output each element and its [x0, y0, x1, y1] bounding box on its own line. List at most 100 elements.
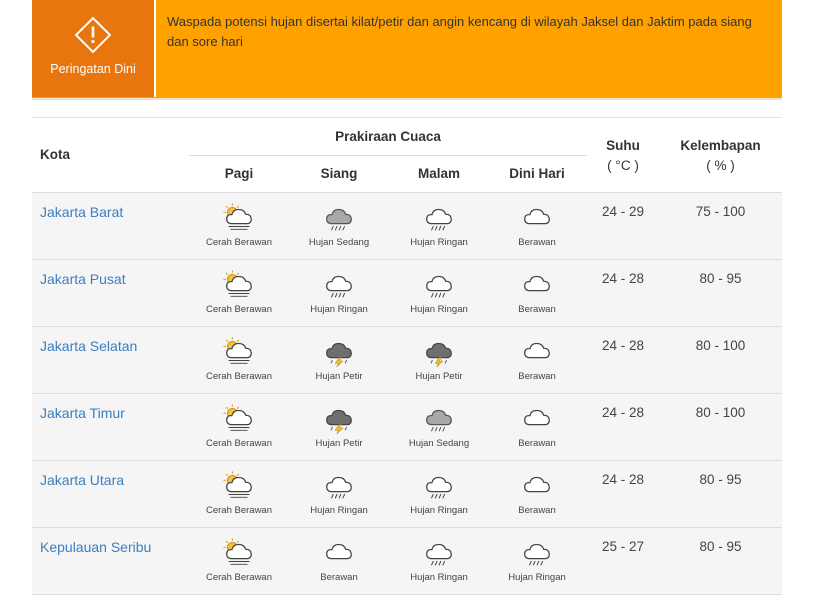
table-body: Jakarta Barat Cerah Berawan Hujan Sedang Hu… — [32, 193, 782, 595]
early-warning-text: Waspada potensi hujan disertai kilat/pet… — [167, 14, 752, 49]
table-row: Jakarta Barat Cerah Berawan Hujan Sedang Hu… — [32, 193, 782, 260]
cloudy-icon — [524, 275, 550, 292]
weather-cell: Berawan — [487, 469, 587, 516]
cloudy-icon — [524, 342, 550, 359]
weather-cell: Hujan Sedang — [289, 201, 389, 248]
table-row: Jakarta Timur Cerah Berawan Hujan Petir Huj… — [32, 394, 782, 461]
city-link[interactable]: Jakarta Selatan — [40, 338, 137, 354]
weather-cell: Hujan Sedang — [389, 402, 489, 449]
weather-cell: Hujan Ringan — [389, 268, 489, 315]
weather-label: Hujan Ringan — [310, 304, 368, 315]
weather-cell: Hujan Ringan — [389, 469, 489, 516]
weather-label: Berawan — [518, 304, 556, 315]
header-suhu-unit: ( °C ) — [607, 158, 639, 173]
header-suhu: Suhu ( °C ) — [587, 136, 659, 176]
thunderstorm-icon — [326, 409, 352, 435]
humidity-value: 80 - 95 — [699, 271, 742, 286]
cloudy-icon — [524, 208, 550, 225]
header-kelembapan-label: Kelembapan — [680, 138, 761, 153]
weather-cell: Hujan Ringan — [487, 536, 587, 583]
weather-label: Hujan Petir — [415, 371, 463, 382]
light-rain-icon — [326, 275, 352, 298]
partly-cloudy-icon — [223, 270, 252, 297]
header-divider — [189, 155, 587, 156]
light-rain-icon — [426, 275, 452, 298]
cloudy-icon — [326, 543, 352, 560]
table-header: Kota Prakiraan Cuaca Pagi Siang Malam Di… — [32, 117, 782, 193]
humidity-value: 80 - 100 — [695, 405, 746, 420]
warning-diamond-icon — [74, 16, 112, 54]
weather-cell: Hujan Ringan — [389, 536, 489, 583]
weather-cell: Hujan Petir — [289, 402, 389, 449]
partly-cloudy-icon — [223, 471, 252, 498]
table-row: Jakarta Selatan Cerah Berawan Hujan Petir H… — [32, 327, 782, 394]
city-link[interactable]: Kepulauan Seribu — [40, 539, 151, 555]
temperature-value: 24 - 28 — [601, 405, 645, 420]
table-row: Kepulauan Seribu Cerah Berawan Berawan Huja… — [32, 528, 782, 595]
weather-cell: Hujan Petir — [389, 335, 489, 382]
humidity-value: 80 - 95 — [699, 539, 742, 554]
table-row: Jakarta Utara Cerah Berawan Hujan Ringan Hu… — [32, 461, 782, 528]
table-row: Jakarta Pusat Cerah Berawan Hujan Ringan Hu… — [32, 260, 782, 327]
light-rain-icon — [426, 476, 452, 499]
city-link[interactable]: Jakarta Pusat — [40, 271, 126, 287]
humidity-value: 80 - 100 — [695, 338, 746, 353]
weather-label: Hujan Sedang — [408, 438, 470, 449]
weather-cell: Hujan Ringan — [289, 268, 389, 315]
light-rain-icon — [426, 208, 452, 231]
header-kelembapan: Kelembapan ( % ) — [659, 136, 782, 176]
weather-label: Hujan Ringan — [508, 572, 566, 583]
weather-cell: Berawan — [289, 536, 389, 583]
header-malam: Malam — [417, 166, 461, 181]
moderate-rain-icon — [426, 409, 452, 432]
weather-cell: Cerah Berawan — [189, 536, 289, 583]
weather-label: Hujan Petir — [315, 371, 363, 382]
partly-cloudy-icon — [223, 404, 252, 431]
weather-label: Hujan Sedang — [308, 237, 370, 248]
humidity-value: 75 - 100 — [695, 204, 746, 219]
weather-label: Hujan Petir — [315, 438, 363, 449]
city-link[interactable]: Jakarta Utara — [40, 472, 124, 488]
city-link[interactable]: Jakarta Barat — [40, 204, 123, 220]
weather-label: Cerah Berawan — [205, 572, 272, 583]
temperature-value: 24 - 28 — [601, 271, 645, 286]
header-kelembapan-unit: ( % ) — [706, 158, 735, 173]
weather-label: Hujan Ringan — [410, 304, 468, 315]
thunderstorm-icon — [326, 342, 352, 368]
weather-label: Berawan — [518, 237, 556, 248]
temperature-value: 24 - 28 — [601, 472, 645, 487]
early-warning-label: Peringatan Dini — [50, 62, 136, 76]
humidity-value: 80 - 95 — [699, 472, 742, 487]
weather-cell: Hujan Ringan — [289, 469, 389, 516]
temperature-value: 24 - 28 — [601, 338, 645, 353]
weather-label: Cerah Berawan — [205, 505, 272, 516]
light-rain-icon — [326, 476, 352, 499]
partly-cloudy-icon — [223, 203, 252, 230]
city-link[interactable]: Jakarta Timur — [40, 405, 125, 421]
weather-label: Cerah Berawan — [205, 371, 272, 382]
weather-label: Hujan Ringan — [310, 505, 368, 516]
light-rain-icon — [426, 543, 452, 566]
header-kota: Kota — [40, 147, 70, 162]
header-dini-hari: Dini Hari — [509, 166, 565, 181]
early-warning-badge: Peringatan Dini — [32, 0, 156, 97]
weather-cell: Hujan Petir — [289, 335, 389, 382]
temperature-value: 24 - 29 — [601, 204, 645, 219]
weather-cell: Cerah Berawan — [189, 201, 289, 248]
weather-label: Berawan — [518, 371, 556, 382]
weather-label: Cerah Berawan — [205, 237, 272, 248]
thunderstorm-icon — [426, 342, 452, 368]
early-warning-banner: Peringatan Dini Waspada potensi hujan di… — [32, 0, 782, 100]
weather-label: Cerah Berawan — [205, 438, 272, 449]
weather-label: Hujan Ringan — [410, 572, 468, 583]
partly-cloudy-icon — [223, 538, 252, 565]
weather-cell: Cerah Berawan — [189, 335, 289, 382]
temperature-value: 25 - 27 — [601, 539, 645, 554]
weather-cell: Hujan Ringan — [389, 201, 489, 248]
header-prakiraan-cuaca: Prakiraan Cuaca — [335, 129, 441, 144]
weather-label: Hujan Ringan — [410, 237, 468, 248]
header-pagi: Pagi — [224, 166, 254, 181]
weather-cell: Berawan — [487, 201, 587, 248]
weather-cell: Cerah Berawan — [189, 469, 289, 516]
forecast-table: Kota Prakiraan Cuaca Pagi Siang Malam Di… — [32, 117, 782, 595]
